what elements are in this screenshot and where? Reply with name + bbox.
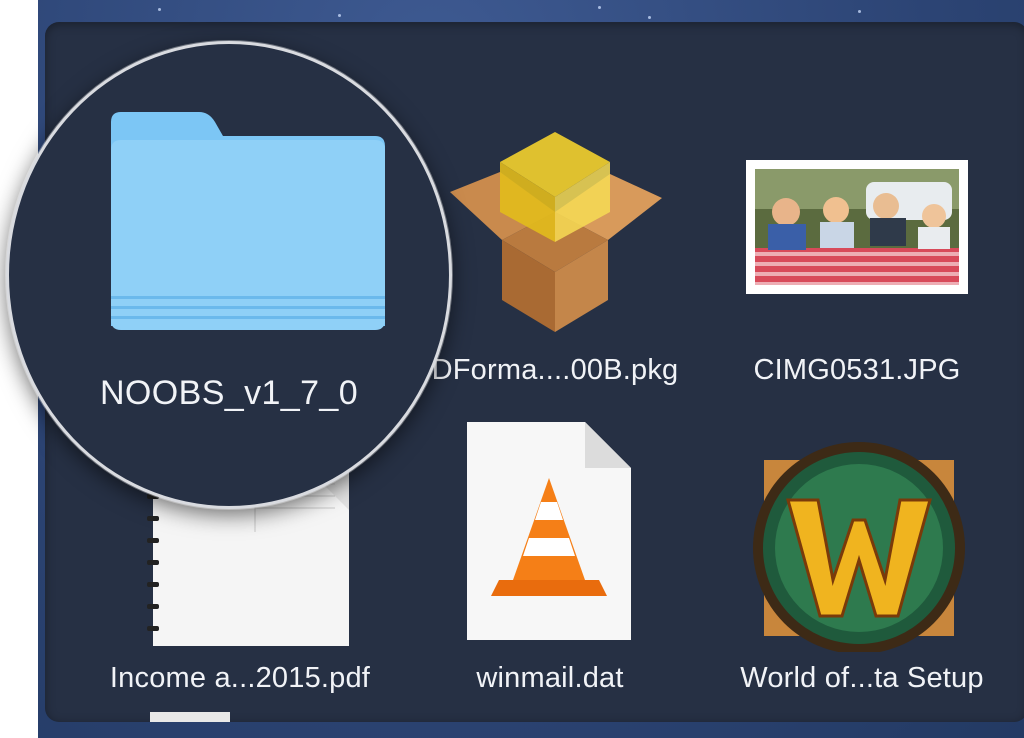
photo-icon: [755, 169, 959, 285]
world-of-warcraft-icon: [753, 442, 965, 654]
desktop-item-label[interactable]: winmail.dat: [425, 662, 675, 695]
star-decoration: [338, 14, 341, 17]
desktop-item-label[interactable]: CIMG0531.JPG: [717, 354, 997, 387]
desktop-item-partial[interactable]: [150, 712, 230, 722]
desktop-item-winmail[interactable]: [465, 420, 633, 642]
desktop-item-label[interactable]: World of...ta Setup: [717, 662, 1007, 695]
star-decoration: [158, 8, 161, 11]
desktop-item-package[interactable]: [440, 122, 670, 342]
desktop-item-label[interactable]: Income a...2015.pdf: [90, 662, 390, 695]
star-decoration: [858, 10, 861, 13]
vlc-document-icon: [467, 422, 631, 640]
star-decoration: [648, 16, 651, 19]
folder-icon[interactable]: [9, 44, 449, 506]
desktop-item-wow-setup[interactable]: [748, 430, 970, 654]
desktop-item-label-folder[interactable]: NOOBS_v1_7_0: [9, 374, 449, 413]
desktop-item-photo[interactable]: [746, 160, 968, 294]
package-icon: [450, 132, 662, 332]
desktop-item-label[interactable]: DForma....00B.pkg: [410, 354, 700, 387]
magnifier-loupe: NOOBS_v1_7_0: [6, 41, 452, 509]
star-decoration: [598, 6, 601, 9]
